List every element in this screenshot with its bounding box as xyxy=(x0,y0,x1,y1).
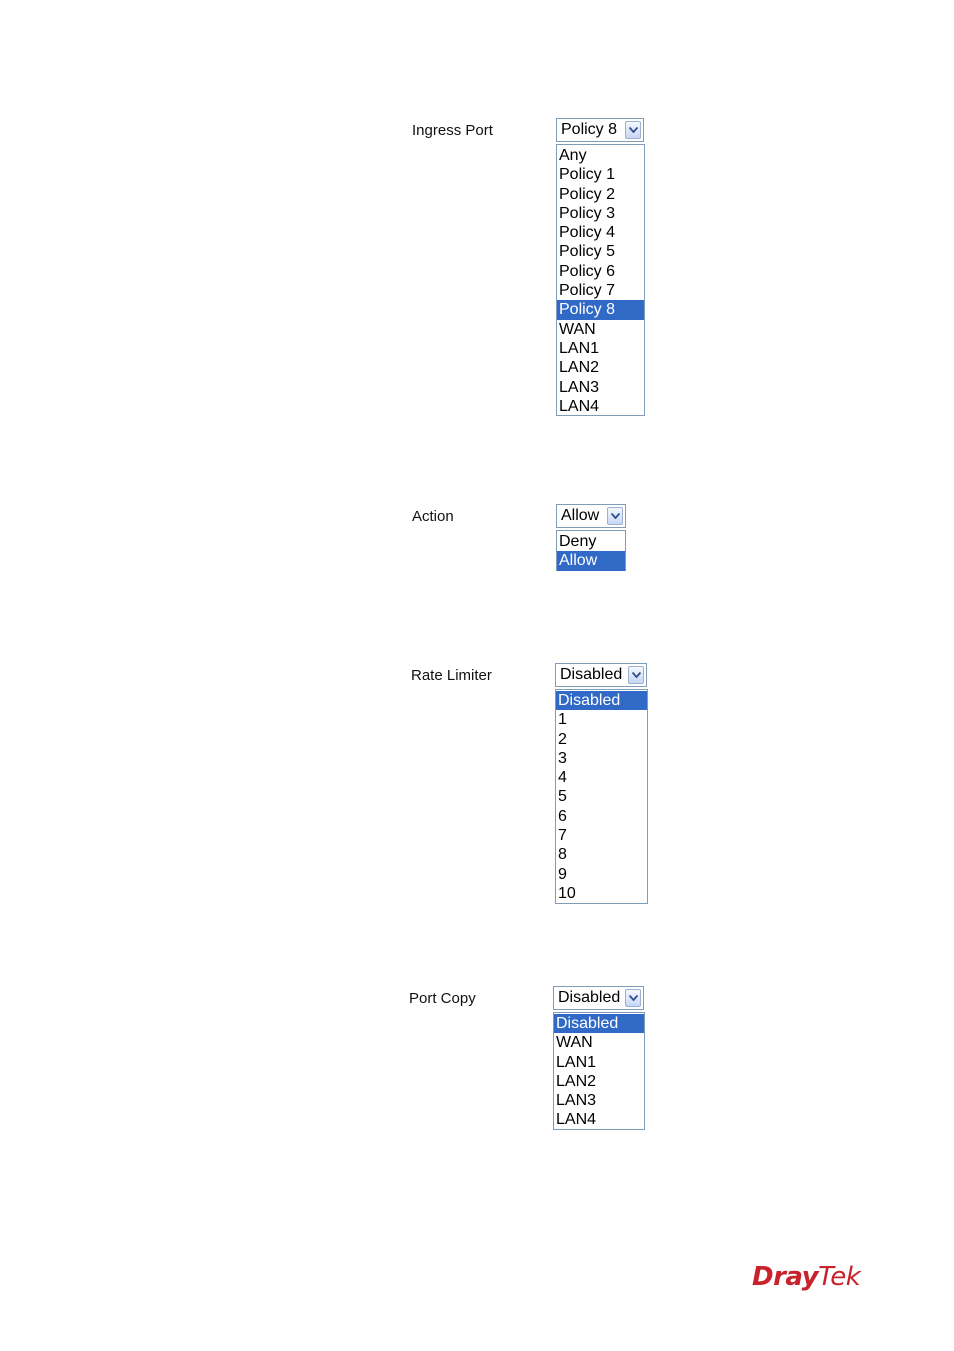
dropdown-option[interactable]: 2 xyxy=(556,730,647,749)
ingress-port-selected-value: Policy 8 xyxy=(561,121,618,138)
dropdown-option[interactable]: 6 xyxy=(556,807,647,826)
dropdown-option[interactable]: Policy 4 xyxy=(557,223,644,242)
dropdown-option[interactable]: 7 xyxy=(556,826,647,845)
dropdown-option[interactable]: Policy 2 xyxy=(557,185,644,204)
ingress-port-label: Ingress Port xyxy=(412,122,493,139)
port-copy-label: Port Copy xyxy=(409,990,476,1007)
dropdown-option[interactable]: WAN xyxy=(557,320,644,339)
action-select[interactable]: Allow xyxy=(556,504,626,528)
dropdown-option[interactable]: Deny xyxy=(557,532,625,551)
rate-limiter-select[interactable]: Disabled xyxy=(555,663,647,687)
dropdown-option[interactable]: 8 xyxy=(556,845,647,864)
chevron-down-icon[interactable] xyxy=(625,989,641,1007)
action-selected-value: Allow xyxy=(561,507,600,524)
dropdown-option[interactable]: 4 xyxy=(556,768,647,787)
rate-limiter-selected-value: Disabled xyxy=(560,666,623,683)
dropdown-option[interactable]: Policy 7 xyxy=(557,281,644,300)
dropdown-option[interactable]: 1 xyxy=(556,710,647,729)
dropdown-option[interactable]: LAN3 xyxy=(557,378,644,397)
port-copy-select[interactable]: Disabled xyxy=(553,986,644,1010)
dropdown-option[interactable]: 10 xyxy=(556,884,647,903)
dropdown-option[interactable]: Policy 1 xyxy=(557,165,644,184)
chevron-down-icon[interactable] xyxy=(607,507,623,525)
rate-limiter-label: Rate Limiter xyxy=(411,667,492,684)
dropdown-option[interactable]: Disabled xyxy=(554,1014,644,1034)
logo-text-tek: Tek xyxy=(818,1262,861,1292)
dropdown-option[interactable]: Disabled xyxy=(556,691,647,711)
dropdown-option[interactable]: 5 xyxy=(556,787,647,806)
dropdown-option[interactable]: LAN1 xyxy=(554,1053,644,1072)
chevron-down-icon[interactable] xyxy=(628,666,644,684)
dropdown-option[interactable]: LAN2 xyxy=(557,358,644,377)
ingress-port-select[interactable]: Policy 8 xyxy=(556,118,644,142)
dropdown-option[interactable]: Policy 6 xyxy=(557,262,644,281)
dropdown-option[interactable]: Allow xyxy=(557,551,625,571)
dropdown-option[interactable]: 3 xyxy=(556,749,647,768)
logo-text-dray: Dray xyxy=(752,1262,819,1292)
dropdown-option[interactable]: LAN4 xyxy=(557,397,644,416)
port-copy-selected-value: Disabled xyxy=(558,989,621,1006)
dropdown-option[interactable]: LAN1 xyxy=(557,339,644,358)
dropdown-option[interactable]: LAN2 xyxy=(554,1072,644,1091)
dropdown-option[interactable]: Policy 5 xyxy=(557,242,644,261)
rate-limiter-option-list: Disabled 1 2 3 4 5 6 7 8 9 10 xyxy=(555,689,648,904)
action-label: Action xyxy=(412,508,454,525)
dropdown-option[interactable]: WAN xyxy=(554,1033,644,1052)
dropdown-option[interactable]: LAN3 xyxy=(554,1091,644,1110)
ingress-port-option-list: Any Policy 1 Policy 2 Policy 3 Policy 4 Polic… xyxy=(556,144,645,416)
dropdown-option[interactable]: 9 xyxy=(556,865,647,884)
port-copy-option-list: Disabled WAN LAN1 LAN2 LAN3 LAN4 xyxy=(553,1012,645,1130)
action-option-list: Deny Allow xyxy=(556,530,626,571)
dropdown-option[interactable]: Policy 3 xyxy=(557,204,644,223)
draytek-logo: DrayTek xyxy=(752,1262,861,1292)
dropdown-option[interactable]: Any xyxy=(557,146,644,165)
dropdown-option[interactable]: Policy 8 xyxy=(557,300,644,320)
chevron-down-icon[interactable] xyxy=(625,121,641,139)
dropdown-option[interactable]: LAN4 xyxy=(554,1110,644,1129)
